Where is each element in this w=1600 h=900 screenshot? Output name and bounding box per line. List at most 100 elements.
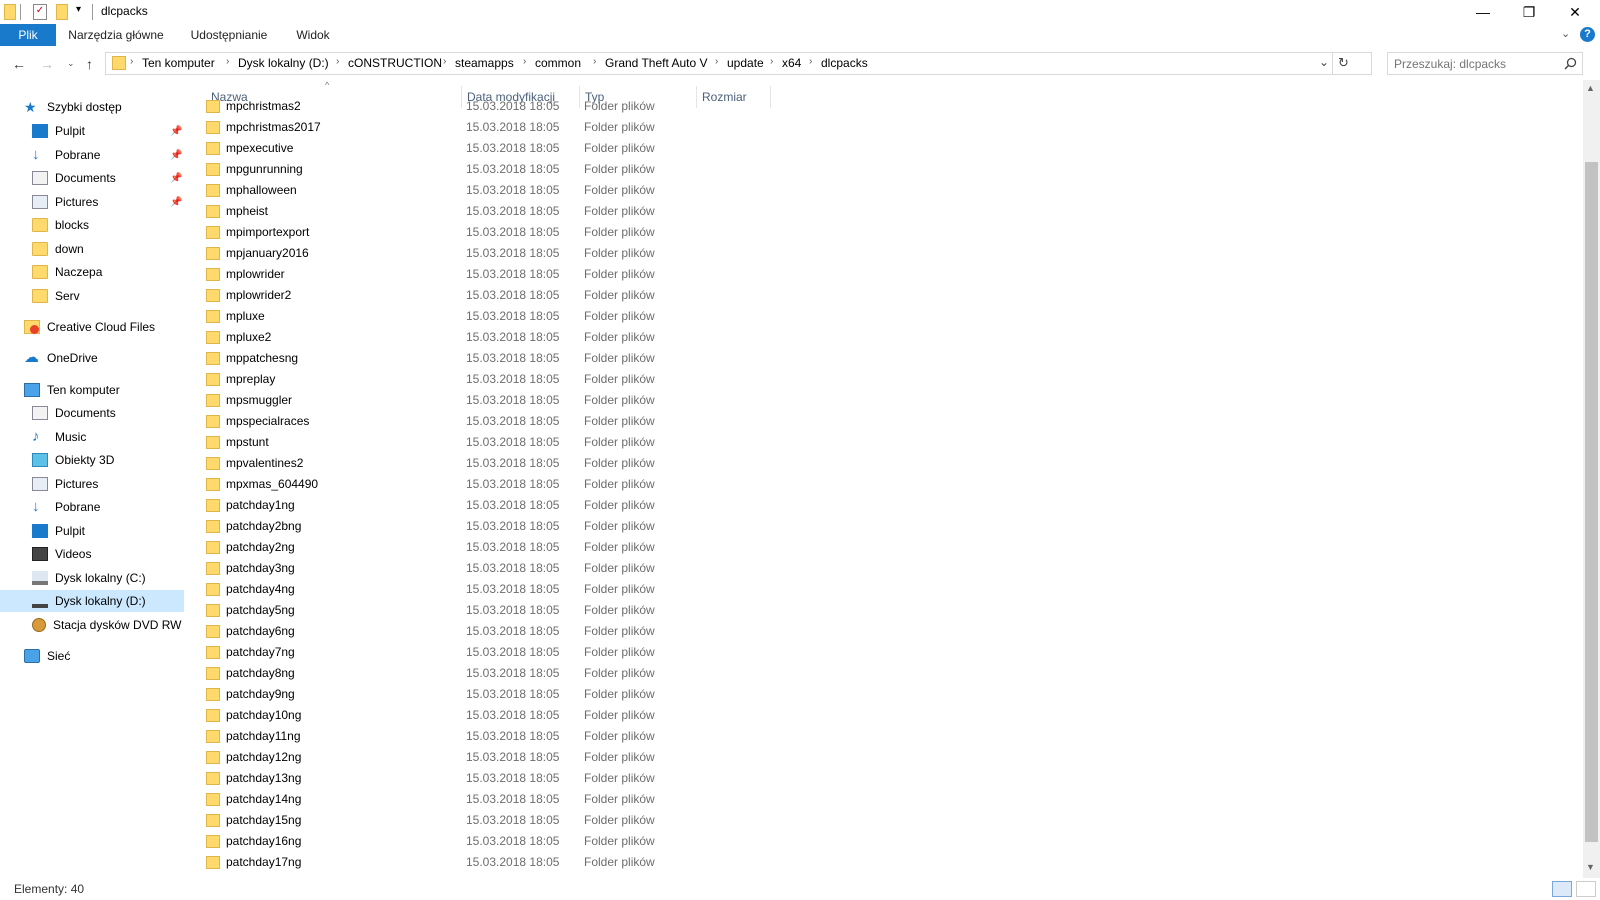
file-row[interactable]: mpluxe 15.03.2018 18:05 Folder plików	[190, 306, 770, 327]
tab-file[interactable]: Plik	[0, 24, 56, 46]
file-row[interactable]: mpstunt 15.03.2018 18:05 Folder plików	[190, 432, 770, 453]
pin-icon[interactable]: 📌	[170, 173, 182, 184]
file-row[interactable]: patchday17ng 15.03.2018 18:05 Folder plikó…	[190, 852, 770, 873]
nav-pc-documents[interactable]: Documents	[32, 402, 216, 424]
file-row[interactable]: patchday9ng 15.03.2018 18:05 Folder plików	[190, 684, 770, 705]
nav-item-pulpit[interactable]: Pulpit	[32, 120, 216, 142]
nav-onedrive[interactable]: ☁ OneDrive	[24, 347, 208, 369]
chevron-right-icon[interactable]: ›	[226, 56, 229, 67]
file-row[interactable]: mpgunrunning 15.03.2018 18:05 Folder plikó…	[190, 159, 770, 180]
file-row[interactable]: patchday2bng 15.03.2018 18:05 Folder plikó…	[190, 516, 770, 537]
refresh-icon[interactable]: ↻	[1338, 55, 1349, 71]
file-row[interactable]: patchday12ng 15.03.2018 18:05 Folder plikó…	[190, 747, 770, 768]
pin-icon[interactable]: 📌	[170, 126, 182, 137]
recent-locations-icon[interactable]: ⌄	[67, 58, 75, 69]
chevron-right-icon[interactable]: ›	[770, 56, 773, 67]
file-row[interactable]: mphalloween 15.03.2018 18:05 Folder plików	[190, 180, 770, 201]
nav-item-down[interactable]: down	[32, 238, 216, 260]
nav-pc-3d-objects[interactable]: Obiekty 3D	[32, 449, 216, 471]
file-row[interactable]: mpjanuary2016 15.03.2018 18:05 Folder plik…	[190, 243, 770, 264]
file-row[interactable]: mpvalentines2 15.03.2018 18:05 Folder plik…	[190, 453, 770, 474]
nav-item-documents[interactable]: Documents	[32, 167, 216, 189]
back-arrow-icon[interactable]: ←	[12, 56, 26, 72]
file-row[interactable]: mpspecialraces 15.03.2018 18:05 Folder pli…	[190, 411, 770, 432]
file-row[interactable]: mpimportexport 15.03.2018 18:05 Folder pli…	[190, 222, 770, 243]
nav-network[interactable]: Sieć	[24, 645, 208, 667]
search-box[interactable]	[1387, 52, 1583, 75]
chevron-right-icon[interactable]: ›	[715, 56, 718, 67]
nav-pc-drive-c[interactable]: Dysk lokalny (C:)	[32, 567, 216, 589]
up-arrow-icon[interactable]: ↑	[86, 56, 93, 72]
tab-share[interactable]: Udostępnianie	[182, 24, 276, 46]
tab-home[interactable]: Narzędzia główne	[64, 24, 168, 46]
file-row[interactable]: patchday2ng 15.03.2018 18:05 Folder plików	[190, 537, 770, 558]
chevron-right-icon[interactable]: ›	[443, 56, 446, 67]
chevron-right-icon[interactable]: ›	[523, 56, 526, 67]
breadcrumb-item[interactable]: x64	[782, 56, 801, 70]
file-row[interactable]: patchday14ng 15.03.2018 18:05 Folder plikó…	[190, 789, 770, 810]
file-row[interactable]: mpluxe2 15.03.2018 18:05 Folder plików	[190, 327, 770, 348]
file-row[interactable]: patchday4ng 15.03.2018 18:05 Folder plików	[190, 579, 770, 600]
nav-pc-pulpit[interactable]: Pulpit	[32, 520, 216, 542]
properties-icon[interactable]: ✓	[33, 4, 47, 20]
address-dropdown-icon[interactable]: ⌄	[1319, 55, 1329, 69]
breadcrumb-item[interactable]: common	[535, 56, 581, 70]
nav-item-serv[interactable]: Serv	[32, 285, 216, 307]
breadcrumb-item[interactable]: steamapps	[455, 56, 514, 70]
details-view-icon[interactable]	[1552, 881, 1572, 897]
nav-pc-videos[interactable]: Videos	[32, 543, 216, 565]
search-icon[interactable]	[1564, 57, 1577, 70]
file-row[interactable]: mpexecutive 15.03.2018 18:05 Folder plików	[190, 138, 770, 159]
breadcrumb-item[interactable]: Grand Theft Auto V	[605, 56, 708, 70]
file-row[interactable]: patchday7ng 15.03.2018 18:05 Folder plików	[190, 642, 770, 663]
pin-icon[interactable]: 📌	[170, 150, 182, 161]
nav-item-pobrane[interactable]: ↓ Pobrane	[32, 144, 216, 166]
nav-item-pictures[interactable]: Pictures	[32, 191, 216, 213]
chevron-right-icon[interactable]: ›	[809, 56, 812, 67]
file-row[interactable]: patchday1ng 15.03.2018 18:05 Folder plików	[190, 495, 770, 516]
file-row[interactable]: patchday13ng 15.03.2018 18:05 Folder plikó…	[190, 768, 770, 789]
file-row[interactable]: mpsmuggler 15.03.2018 18:05 Folder plików	[190, 390, 770, 411]
expand-ribbon-icon[interactable]: ⌄	[1561, 27, 1570, 40]
vertical-scrollbar[interactable]: ▲ ▼	[1583, 80, 1600, 878]
file-row[interactable]: mplowrider2 15.03.2018 18:05 Folder plików	[190, 285, 770, 306]
restore-button[interactable]: ❐	[1506, 0, 1552, 24]
file-row[interactable]: mpchristmas2 15.03.2018 18:05 Folder plikó…	[190, 100, 770, 117]
chevron-right-icon[interactable]: ›	[593, 56, 596, 67]
minimize-button[interactable]: ―	[1460, 0, 1506, 24]
scrollbar-thumb[interactable]	[1585, 162, 1598, 842]
nav-pc-drive-d[interactable]: Dysk lokalny (D:)	[0, 590, 184, 612]
file-row[interactable]: mpchristmas2017 15.03.2018 18:05 Folder pl…	[190, 117, 770, 138]
close-button[interactable]: ✕	[1552, 0, 1598, 24]
nav-item-naczepa[interactable]: Naczepa	[32, 261, 216, 283]
chevron-right-icon[interactable]: ›	[336, 56, 339, 67]
nav-pc-dvd-drive[interactable]: Stacja dysków DVD RW (E	[32, 614, 184, 636]
file-row[interactable]: mppatchesng 15.03.2018 18:05 Folder plików	[190, 348, 770, 369]
file-row[interactable]: patchday11ng 15.03.2018 18:05 Folder plikó…	[190, 726, 770, 747]
file-row[interactable]: mpxmas_604490 15.03.2018 18:05 Folder plik…	[190, 474, 770, 495]
nav-this-pc[interactable]: Ten komputer	[24, 379, 208, 401]
nav-pc-pobrane[interactable]: ↓ Pobrane	[32, 496, 216, 518]
forward-arrow-icon[interactable]: →	[40, 56, 54, 72]
customize-quick-access-icon[interactable]: ▾	[76, 4, 81, 20]
file-row[interactable]: mplowrider 15.03.2018 18:05 Folder plików	[190, 264, 770, 285]
tab-view[interactable]: Widok	[288, 24, 338, 46]
help-icon[interactable]: ?	[1580, 27, 1595, 42]
nav-pc-music[interactable]: ♪ Music	[32, 426, 216, 448]
file-row[interactable]: patchday15ng 15.03.2018 18:05 Folder plikó…	[190, 810, 770, 831]
pin-icon[interactable]: 📌	[170, 197, 182, 208]
nav-pc-pictures[interactable]: Pictures	[32, 473, 216, 495]
file-row[interactable]: patchday8ng 15.03.2018 18:05 Folder plików	[190, 663, 770, 684]
breadcrumb-item[interactable]: cONSTRUCTION	[348, 56, 442, 70]
breadcrumb-item[interactable]: Ten komputer	[142, 56, 215, 70]
file-row[interactable]: patchday10ng 15.03.2018 18:05 Folder plikó…	[190, 705, 770, 726]
large-icons-view-icon[interactable]	[1576, 881, 1596, 897]
search-input[interactable]	[1394, 55, 1554, 72]
scroll-down-icon[interactable]: ▼	[1586, 862, 1595, 872]
address-bar[interactable]: › Ten komputer › Dysk lokalny (D:) › cON…	[105, 52, 1372, 75]
scroll-up-icon[interactable]: ▲	[1586, 83, 1595, 93]
file-row[interactable]: mpheist 15.03.2018 18:05 Folder plików	[190, 201, 770, 222]
file-row[interactable]: patchday6ng 15.03.2018 18:05 Folder plików	[190, 621, 770, 642]
file-row[interactable]: patchday16ng 15.03.2018 18:05 Folder plikó…	[190, 831, 770, 852]
nav-item-blocks[interactable]: blocks	[32, 214, 216, 236]
